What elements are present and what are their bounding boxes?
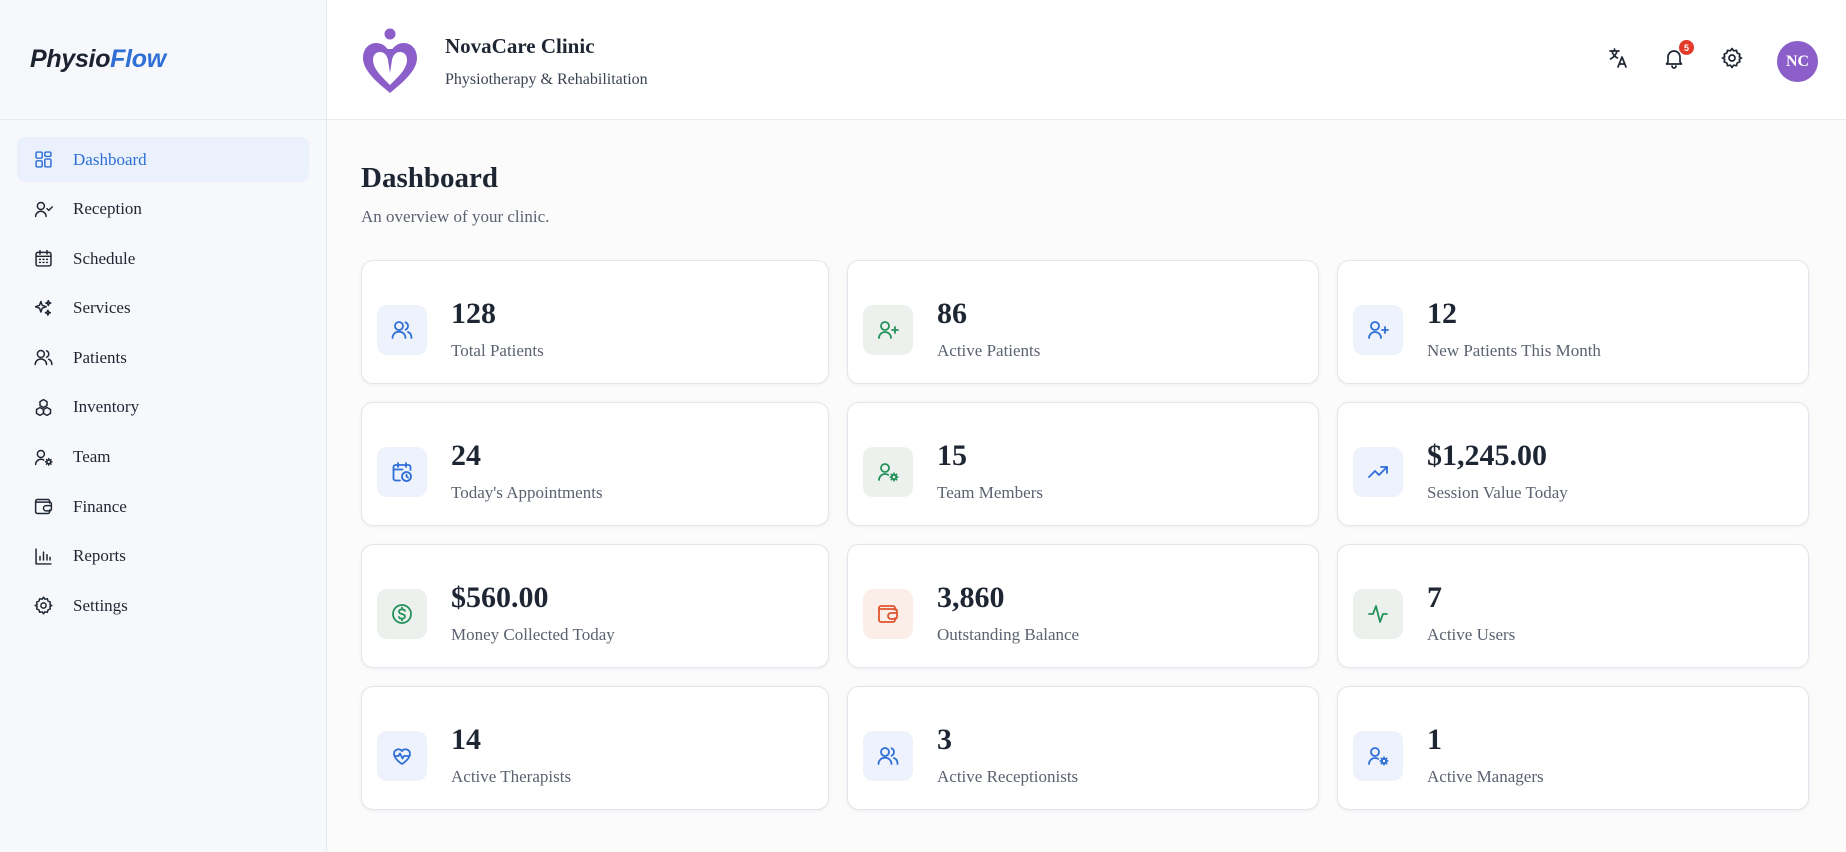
- sidebar-item-label: Dashboard: [73, 149, 147, 169]
- stat-card-active-patients[interactable]: 86 Active Patients: [847, 260, 1319, 384]
- gear-icon: [32, 595, 54, 617]
- sidebar-item-team[interactable]: Team: [17, 435, 309, 480]
- stat-card-money-collected-today[interactable]: $560.00 Money Collected Today: [361, 544, 829, 668]
- user-plus-icon: [863, 305, 913, 355]
- stat-value: 14: [451, 723, 481, 756]
- stat-label: Team Members: [937, 483, 1043, 502]
- stat-card-active-users[interactable]: 7 Active Users: [1337, 544, 1809, 668]
- sidebar-item-patients[interactable]: Patients: [17, 335, 309, 380]
- translate-icon[interactable]: [1606, 46, 1632, 72]
- stat-label: Money Collected Today: [451, 625, 615, 644]
- boxes-icon: [32, 396, 54, 418]
- users-icon: [863, 731, 913, 781]
- sidebar-item-dashboard[interactable]: Dashboard: [17, 137, 309, 182]
- calendar-icon: [32, 248, 54, 270]
- sidebar-item-label: Settings: [73, 595, 128, 615]
- stat-label: Active Patients: [937, 341, 1041, 360]
- stats-grid: 128 Total Patients 86 Active Patients 12 New …: [361, 260, 1809, 810]
- stat-label: Outstanding Balance: [937, 625, 1080, 644]
- sparkles-icon: [32, 297, 54, 319]
- stat-value: $560.00: [451, 581, 549, 614]
- user-check-icon: [32, 198, 54, 220]
- user-cog-icon: [32, 446, 54, 468]
- main-content: Dashboard An overview of your clinic. 12…: [361, 120, 1810, 810]
- trending-up-icon: [1353, 447, 1403, 497]
- user-cog-icon: [1353, 731, 1403, 781]
- sidebar-item-reception[interactable]: Reception: [17, 187, 309, 232]
- stat-value: 12: [1427, 297, 1457, 330]
- dashboard-icon: [32, 149, 54, 171]
- users-icon: [32, 347, 54, 369]
- sidebar-item-inventory[interactable]: Inventory: [17, 385, 309, 430]
- activity-icon: [1353, 589, 1403, 639]
- sidebar-item-label: Inventory: [73, 397, 140, 417]
- stat-label: Active Receptionists: [937, 767, 1079, 786]
- bar-chart-icon: [32, 545, 54, 567]
- clinic-logo-icon: [363, 28, 417, 93]
- stat-value: 128: [451, 297, 496, 330]
- sidebar-item-services[interactable]: Services: [17, 286, 309, 331]
- heart-pulse-icon: [377, 731, 427, 781]
- page-title: Dashboard: [361, 162, 498, 194]
- stat-label: Today's Appointments: [451, 483, 603, 502]
- sidebar-nav: Dashboard Reception Schedule Services Patien…: [0, 120, 326, 628]
- stat-label: Active Managers: [1427, 767, 1544, 786]
- user-cog-icon: [863, 447, 913, 497]
- sidebar: PhysioFlow Dashboard Reception Schedule Ser…: [0, 0, 327, 852]
- dollar-circle-icon: [377, 589, 427, 639]
- stat-value: 3,860: [937, 581, 1005, 614]
- stat-card-active-receptionists[interactable]: 3 Active Receptionists: [847, 686, 1319, 810]
- stat-label: New Patients This Month: [1427, 341, 1601, 360]
- clinic-subtitle: Physiotherapy & Rehabilitation: [445, 71, 648, 88]
- stat-value: 86: [937, 297, 967, 330]
- stat-card-today-s-appointments[interactable]: 24 Today's Appointments: [361, 402, 829, 526]
- stat-label: Total Patients: [451, 341, 544, 360]
- brand: PhysioFlow: [0, 0, 326, 120]
- sidebar-item-schedule[interactable]: Schedule: [17, 236, 309, 281]
- stat-value: $1,245.00: [1427, 439, 1547, 472]
- stat-label: Active Users: [1427, 625, 1516, 644]
- stat-card-outstanding-balance[interactable]: 3,860 Outstanding Balance: [847, 544, 1319, 668]
- user-avatar[interactable]: NC: [1777, 41, 1818, 82]
- sidebar-item-reports[interactable]: Reports: [17, 534, 309, 579]
- wallet-icon: [32, 496, 54, 518]
- clinic-name: NovaCare Clinic: [445, 34, 595, 58]
- stat-card-new-patients-this-month[interactable]: 12 New Patients This Month: [1337, 260, 1809, 384]
- page-subtitle: An overview of your clinic.: [361, 207, 550, 226]
- stat-label: Session Value Today: [1427, 483, 1568, 502]
- stat-value: 7: [1427, 581, 1442, 614]
- sidebar-item-label: Team: [73, 447, 111, 467]
- sidebar-item-settings[interactable]: Settings: [17, 583, 309, 628]
- header-actions: 5 NC: [1586, 0, 1846, 120]
- stat-value: 3: [937, 723, 952, 756]
- stat-value: 1: [1427, 723, 1442, 756]
- stat-card-team-members[interactable]: 15 Team Members: [847, 402, 1319, 526]
- stat-card-active-managers[interactable]: 1 Active Managers: [1337, 686, 1809, 810]
- stat-label: Active Therapists: [451, 767, 572, 786]
- notification-badge: 5: [1679, 40, 1694, 55]
- sidebar-item-label: Schedule: [73, 248, 136, 268]
- sidebar-item-label: Finance: [73, 496, 127, 516]
- stat-value: 24: [451, 439, 481, 472]
- stat-value: 15: [937, 439, 967, 472]
- clinic-info: NovaCare Clinic Physiotherapy & Rehabili…: [445, 34, 648, 89]
- gear-icon[interactable]: [1720, 46, 1746, 72]
- app-logo[interactable]: PhysioFlow: [30, 45, 166, 74]
- bell-icon[interactable]: 5: [1662, 40, 1694, 72]
- stat-card-total-patients[interactable]: 128 Total Patients: [361, 260, 829, 384]
- calendar-clock-icon: [377, 447, 427, 497]
- stat-card-session-value-today[interactable]: $1,245.00 Session Value Today: [1337, 402, 1809, 526]
- top-header: NovaCare Clinic Physiotherapy & Rehabili…: [327, 0, 1846, 120]
- sidebar-item-label: Reports: [73, 546, 126, 566]
- users-icon: [377, 305, 427, 355]
- sidebar-item-label: Reception: [73, 199, 142, 219]
- stat-card-active-therapists[interactable]: 14 Active Therapists: [361, 686, 829, 810]
- user-plus-icon: [1353, 305, 1403, 355]
- wallet-icon: [863, 589, 913, 639]
- sidebar-item-label: Services: [73, 298, 131, 318]
- sidebar-item-label: Patients: [73, 347, 127, 367]
- sidebar-item-finance[interactable]: Finance: [17, 484, 309, 529]
